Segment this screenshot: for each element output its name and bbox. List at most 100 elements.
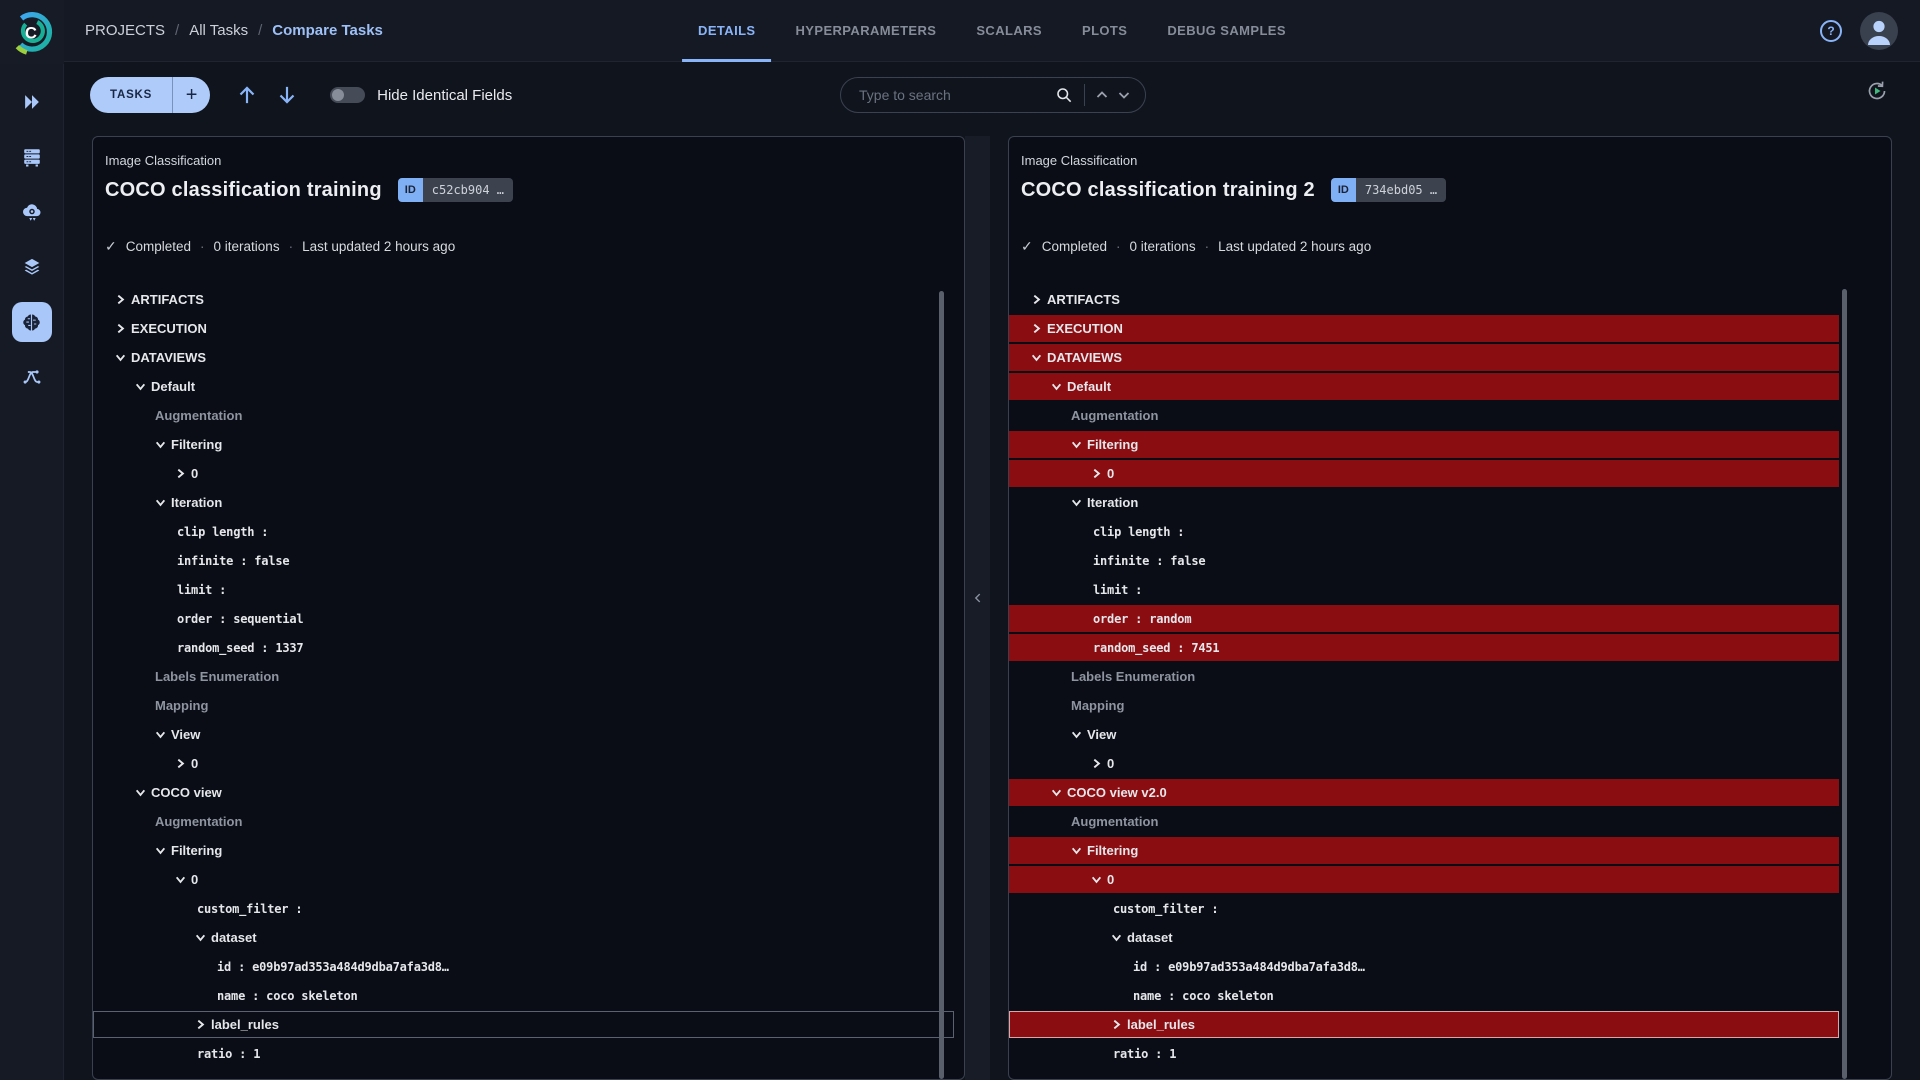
- tree-row[interactable]: COCO view: [93, 779, 954, 806]
- tree-row[interactable]: Iteration: [93, 489, 954, 516]
- chevron-down-icon[interactable]: [155, 845, 171, 856]
- tree-row[interactable]: ARTIFACTS: [1009, 286, 1839, 313]
- tree-row[interactable]: 0: [93, 750, 954, 777]
- tree-row[interactable]: ratio : 1: [1009, 1040, 1839, 1067]
- tab-debug-samples[interactable]: DEBUG SAMPLES: [1151, 0, 1302, 62]
- tree-row[interactable]: custom_filter :: [93, 895, 954, 922]
- tree-row[interactable]: View: [1009, 721, 1839, 748]
- task-id-chip[interactable]: ID c52cb904 …: [397, 178, 514, 202]
- chevron-right-icon[interactable]: [175, 468, 191, 479]
- chevron-right-icon[interactable]: [115, 323, 131, 334]
- chevron-right-icon[interactable]: [1031, 294, 1047, 305]
- add-task-button[interactable]: +: [172, 77, 210, 113]
- chevron-right-icon[interactable]: [1091, 758, 1107, 769]
- sidebar-item-pipelines[interactable]: [12, 357, 52, 397]
- tab-plots[interactable]: PLOTS: [1066, 0, 1143, 62]
- tree-row[interactable]: order : sequential: [93, 605, 954, 632]
- breadcrumb-compare-tasks[interactable]: Compare Tasks: [272, 22, 383, 39]
- tree-row[interactable]: ratio : 1: [93, 1040, 954, 1067]
- tab-hyperparameters[interactable]: HYPERPARAMETERS: [780, 0, 953, 62]
- chevron-down-icon[interactable]: [175, 874, 191, 885]
- chevron-down-icon[interactable]: [1091, 874, 1107, 885]
- chevron-down-icon[interactable]: [1031, 352, 1047, 363]
- chevron-down-icon[interactable]: [1111, 932, 1127, 943]
- tree-row[interactable]: limit :: [93, 576, 954, 603]
- tree-row[interactable]: dataset: [1009, 924, 1839, 951]
- sidebar-item-applications[interactable]: [12, 192, 52, 232]
- clearml-logo[interactable]: C: [0, 0, 64, 64]
- collapse-panel-handle[interactable]: [965, 136, 990, 1080]
- tree-row[interactable]: clip length :: [1009, 518, 1839, 545]
- tree-row[interactable]: Augmentation: [93, 402, 954, 429]
- tree-row[interactable]: Default: [1009, 373, 1839, 400]
- next-diff-arrow-down-icon[interactable]: [274, 82, 300, 108]
- tree-row[interactable]: Mapping: [93, 692, 954, 719]
- chevron-down-icon[interactable]: [1051, 381, 1067, 392]
- user-avatar[interactable]: [1860, 12, 1898, 50]
- tree-row[interactable]: 0: [1009, 866, 1839, 893]
- tree-row[interactable]: name : coco skeleton: [1009, 982, 1839, 1009]
- scrollbar[interactable]: [939, 291, 944, 1079]
- chevron-down-icon[interactable]: [135, 787, 151, 798]
- tree-row[interactable]: random_seed : 7451: [1009, 634, 1839, 661]
- tree-row[interactable]: name : coco skeleton: [93, 982, 954, 1009]
- task-id-chip[interactable]: ID 734ebd05 …: [1330, 178, 1447, 202]
- chevron-down-icon[interactable]: [195, 932, 211, 943]
- tree-row[interactable]: Augmentation: [1009, 402, 1839, 429]
- prev-diff-arrow-up-icon[interactable]: [234, 82, 260, 108]
- tree-row[interactable]: 0: [93, 460, 954, 487]
- chevron-down-icon[interactable]: [1071, 729, 1087, 740]
- chevron-right-icon[interactable]: [1111, 1019, 1127, 1030]
- tree-row[interactable]: Filtering: [1009, 431, 1839, 458]
- tree-row[interactable]: dataset: [93, 924, 954, 951]
- chevron-down-icon[interactable]: [135, 381, 151, 392]
- hide-identical-toggle[interactable]: [330, 87, 366, 103]
- tree-row[interactable]: EXECUTION: [93, 315, 954, 342]
- search-icon[interactable]: [1054, 85, 1074, 105]
- tab-details[interactable]: DETAILS: [682, 0, 772, 62]
- tree-row[interactable]: Mapping: [1009, 692, 1839, 719]
- tree-row[interactable]: ARTIFACTS: [93, 286, 954, 313]
- tasks-button[interactable]: TASKS: [90, 77, 172, 113]
- chevron-down-icon[interactable]: [1071, 439, 1087, 450]
- tree-row[interactable]: Iteration: [1009, 489, 1839, 516]
- chevron-down-icon[interactable]: [155, 729, 171, 740]
- chevron-down-icon[interactable]: [1071, 845, 1087, 856]
- chevron-down-icon[interactable]: [155, 439, 171, 450]
- chevron-right-icon[interactable]: [195, 1019, 211, 1030]
- auto-refresh-icon[interactable]: [1865, 79, 1889, 103]
- scrollbar[interactable]: [1842, 289, 1847, 1079]
- search-prev-chevron-up-icon[interactable]: [1091, 84, 1113, 106]
- chevron-down-icon[interactable]: [1051, 787, 1067, 798]
- chevron-right-icon[interactable]: [115, 294, 131, 305]
- tree-row[interactable]: infinite : false: [93, 547, 954, 574]
- tree-row[interactable]: limit :: [1009, 576, 1839, 603]
- tree-row[interactable]: Augmentation: [93, 808, 954, 835]
- search-input[interactable]: [859, 87, 1054, 103]
- tree-row[interactable]: label_rules: [93, 1011, 954, 1038]
- chevron-down-icon[interactable]: [1071, 497, 1087, 508]
- tree-row[interactable]: Filtering: [1009, 837, 1839, 864]
- tab-scalars[interactable]: SCALARS: [960, 0, 1058, 62]
- chevron-down-icon[interactable]: [115, 352, 131, 363]
- tree-row[interactable]: id : e09b97ad353a484d9dba7afa3d8…: [93, 953, 954, 980]
- tree-row[interactable]: View: [93, 721, 954, 748]
- tree-row[interactable]: random_seed : 1337: [93, 634, 954, 661]
- tree-row[interactable]: Labels Enumeration: [1009, 663, 1839, 690]
- chevron-right-icon[interactable]: [1031, 323, 1047, 334]
- tree-row[interactable]: label_rules: [1009, 1011, 1839, 1038]
- chevron-right-icon[interactable]: [1091, 468, 1107, 479]
- tree-row[interactable]: 0: [1009, 460, 1839, 487]
- tree-row[interactable]: EXECUTION: [1009, 315, 1839, 342]
- chevron-right-icon[interactable]: [175, 758, 191, 769]
- tree-row[interactable]: DATAVIEWS: [93, 344, 954, 371]
- sidebar-item-datasets[interactable]: [12, 247, 52, 287]
- tree-row[interactable]: COCO view v2.0: [1009, 779, 1839, 806]
- sidebar-item-workers-queues[interactable]: [12, 137, 52, 177]
- tree-row[interactable]: Filtering: [93, 837, 954, 864]
- chevron-down-icon[interactable]: [155, 497, 171, 508]
- sidebar-item-projects[interactable]: [12, 82, 52, 122]
- help-icon[interactable]: ?: [1820, 20, 1842, 42]
- tree-row[interactable]: DATAVIEWS: [1009, 344, 1839, 371]
- tree-row[interactable]: Default: [93, 373, 954, 400]
